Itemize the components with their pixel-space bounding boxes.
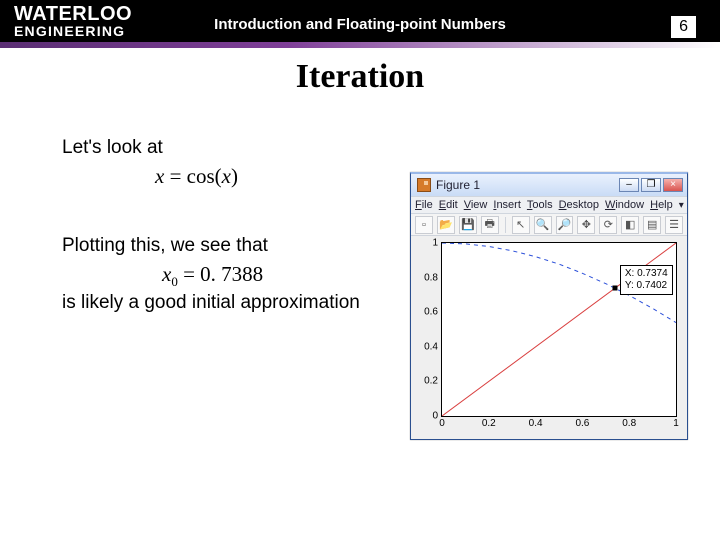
figure-title: Figure 1: [436, 178, 617, 192]
datatip[interactable]: X: 0.7374 Y: 0.7402: [620, 265, 673, 295]
header-label: Introduction and Floating-point Numbers: [0, 16, 720, 33]
figure-titlebar[interactable]: Figure 1 – ❐ ×: [411, 174, 687, 196]
menu-insert[interactable]: Insert: [493, 199, 521, 211]
rotate-icon[interactable]: ⟳: [599, 216, 617, 234]
ytick-1: 1: [432, 238, 442, 249]
menu-window[interactable]: Window: [605, 199, 644, 211]
zoomin-icon[interactable]: 🔍: [534, 216, 552, 234]
pointer-icon[interactable]: ↖: [512, 216, 530, 234]
close-button[interactable]: ×: [663, 178, 683, 192]
xtick-02: 0.2: [482, 416, 496, 429]
minimize-button[interactable]: –: [619, 178, 639, 192]
figure-menubar: File Edit View Insert Tools Desktop Wind…: [411, 196, 687, 214]
maximize-button[interactable]: ❐: [641, 178, 661, 192]
eq2-x: x: [162, 262, 171, 286]
toolbar-separator: [505, 217, 506, 233]
eq1-x2: x: [222, 164, 231, 188]
figure-window: Figure 1 – ❐ × File Edit View Insert Too…: [410, 172, 688, 440]
menu-help[interactable]: Help: [650, 199, 673, 211]
xtick-06: 0.6: [575, 416, 589, 429]
datatip-xvalue: 0.7374: [637, 268, 668, 279]
intersection-point[interactable]: [612, 285, 617, 290]
matlab-figure-icon: [417, 178, 431, 192]
menu-overflow-icon[interactable]: ▾: [679, 200, 684, 211]
equation-xcosx: x = cos(x): [155, 162, 238, 190]
ytick-04: 0.4: [424, 341, 442, 352]
page-number: 6: [671, 16, 696, 38]
legend-icon[interactable]: ☰: [665, 216, 683, 234]
zoomout-icon[interactable]: 🔎: [556, 216, 574, 234]
ytick-08: 0.8: [424, 272, 442, 283]
header-stripe: [0, 42, 720, 48]
open-icon[interactable]: 📂: [437, 216, 455, 234]
datatip-icon[interactable]: ◧: [621, 216, 639, 234]
pan-icon[interactable]: ✥: [577, 216, 595, 234]
ytick-06: 0.6: [424, 307, 442, 318]
body-line-1: Let's look at: [62, 135, 163, 161]
eq1-close: ): [231, 164, 238, 188]
eq1-x: x: [155, 164, 164, 188]
figure-toolbar: ▫ 📂 💾 🖶 ↖ 🔍 🔎 ✥ ⟳ ◧ ▤ ☰: [411, 214, 687, 236]
menu-tools[interactable]: Tools: [527, 199, 553, 211]
slide-title: Iteration: [0, 58, 720, 96]
slide: WATERLOO ENGINEERING Introduction and Fl…: [0, 0, 720, 540]
xtick-04: 0.4: [529, 416, 543, 429]
xtick-0: 0: [439, 416, 445, 429]
menu-view[interactable]: View: [464, 199, 488, 211]
datatip-yvalue: 0.7402: [637, 280, 668, 291]
xtick-1: 1: [673, 416, 679, 429]
ytick-02: 0.2: [424, 376, 442, 387]
equation-x0: x0 = 0. 7388: [162, 260, 263, 291]
plot-axes[interactable]: 1 0.8 0.6 0.4 0.2 0 0 0.2 0.4 0.6 0.8 1 …: [441, 242, 677, 417]
save-icon[interactable]: 💾: [459, 216, 477, 234]
menu-file[interactable]: File: [415, 199, 433, 211]
plot-canvas-bg: 1 0.8 0.6 0.4 0.2 0 0 0.2 0.4 0.6 0.8 1 …: [411, 236, 687, 439]
body-line-3: is likely a good initial approximation: [62, 290, 360, 316]
datatip-xlabel: X:: [625, 268, 634, 279]
new-icon[interactable]: ▫: [415, 216, 433, 234]
body-line-2: Plotting this, we see that: [62, 233, 268, 259]
colorbar-icon[interactable]: ▤: [643, 216, 661, 234]
eq2-eq: = 0. 7388: [178, 262, 263, 286]
print-icon[interactable]: 🖶: [481, 216, 499, 234]
eq1-eq: = cos(: [164, 164, 221, 188]
menu-edit[interactable]: Edit: [439, 199, 458, 211]
menu-desktop[interactable]: Desktop: [559, 199, 599, 211]
datatip-ylabel: Y:: [625, 280, 634, 291]
xtick-08: 0.8: [622, 416, 636, 429]
